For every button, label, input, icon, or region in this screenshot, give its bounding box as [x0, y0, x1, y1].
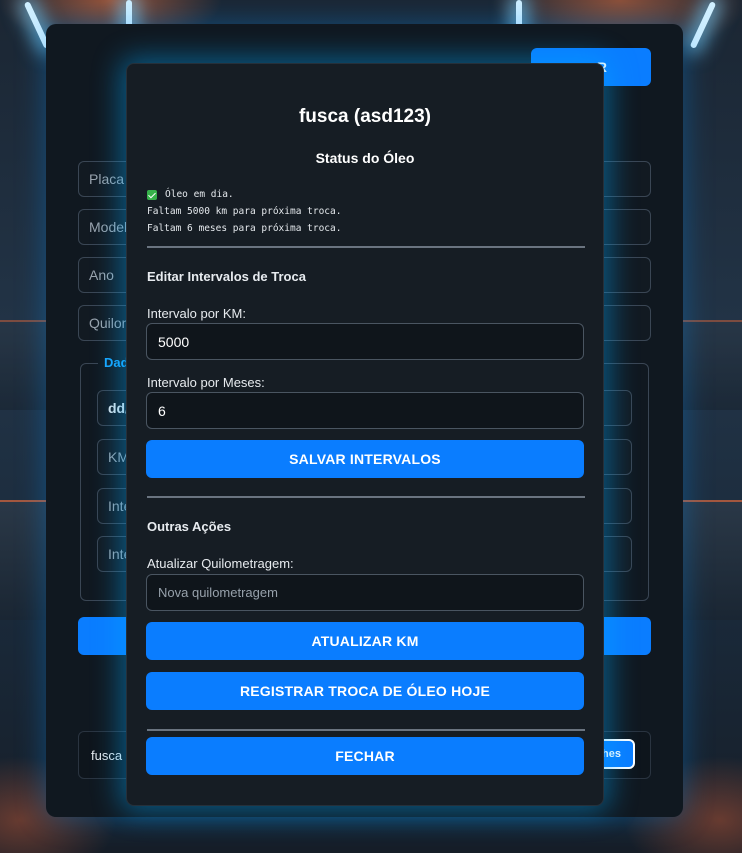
status-line-ok: Óleo em dia.	[147, 186, 341, 203]
vehicle-details-modal: fusca (asd123) Status do Óleo Óleo em di…	[126, 63, 604, 806]
km-interval-input[interactable]: 5000	[146, 323, 584, 360]
status-line-text: Óleo em dia.	[165, 189, 234, 200]
tool-cabinet	[683, 500, 742, 620]
ceiling-light	[689, 1, 717, 49]
update-km-button[interactable]: ATUALIZAR KM	[146, 622, 584, 660]
divider	[147, 246, 585, 248]
oil-status-heading: Status do Óleo	[315, 150, 415, 166]
status-line-km: Faltam 5000 km para próxima troca.	[147, 203, 341, 220]
months-interval-input[interactable]: 6	[146, 392, 584, 429]
km-interval-label: Intervalo por KM:	[147, 306, 246, 321]
status-line-text: Faltam 6 meses para próxima troca.	[147, 223, 342, 234]
check-icon	[147, 189, 157, 200]
tool-cabinet	[0, 500, 46, 620]
oil-status-text: Óleo em dia. Faltam 5000 km para próxima…	[147, 186, 341, 237]
vehicle-list-item-label: fusca (	[91, 747, 131, 763]
save-intervals-button[interactable]: SALVAR INTERVALOS	[146, 440, 584, 478]
divider	[147, 496, 585, 498]
status-line-text: Faltam 5000 km para próxima troca.	[147, 206, 342, 217]
other-actions-title: Outras Ações	[147, 519, 232, 534]
new-mileage-input[interactable]: Nova quilometragem	[146, 574, 584, 611]
register-oil-change-button[interactable]: REGISTRAR TROCA DE ÓLEO HOJE	[146, 672, 584, 710]
divider	[147, 729, 585, 731]
tool-wall	[683, 320, 742, 410]
months-interval-label: Intervalo por Meses:	[147, 375, 265, 390]
edit-intervals-title: Editar Intervalos de Troca	[147, 269, 306, 284]
modal-title: fusca (asd123)	[298, 106, 431, 127]
close-button[interactable]: FECHAR	[146, 737, 584, 775]
tool-wall	[0, 320, 46, 410]
status-line-months: Faltam 6 meses para próxima troca.	[147, 220, 341, 237]
update-km-label: Atualizar Quilometragem:	[147, 556, 294, 571]
